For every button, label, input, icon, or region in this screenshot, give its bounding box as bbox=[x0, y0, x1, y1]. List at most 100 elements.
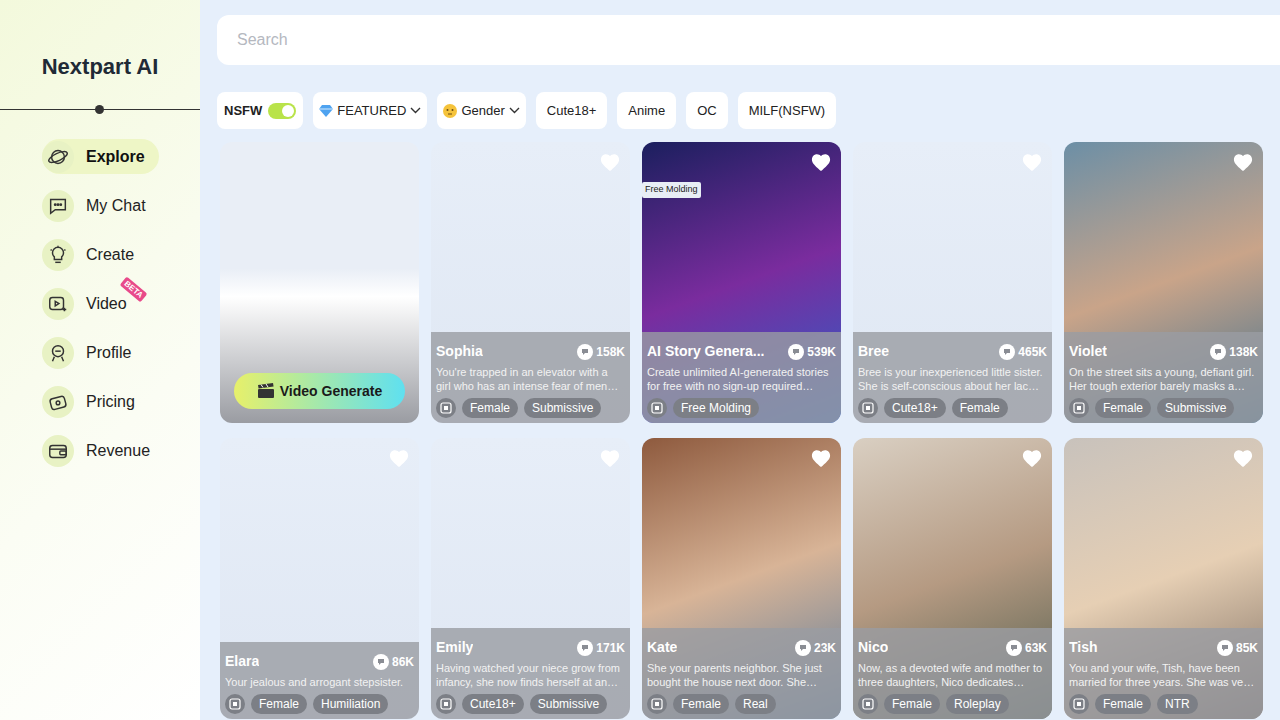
tag-icon bbox=[436, 398, 456, 418]
chat-bubble-icon bbox=[788, 344, 804, 360]
card-info: Tish85KYou and your wife, Tish, have bee… bbox=[1064, 628, 1263, 719]
tag-icon bbox=[225, 694, 245, 714]
tag-icon bbox=[647, 398, 667, 418]
heart-icon bbox=[1021, 152, 1043, 172]
character-name: Violet bbox=[1069, 341, 1107, 362]
tag[interactable]: Cute18+ bbox=[462, 694, 524, 714]
video-generate-button[interactable]: Video Generate bbox=[234, 373, 405, 409]
tag[interactable]: Submissive bbox=[524, 398, 601, 418]
tag-list: Cute18+ Submissive bbox=[436, 694, 625, 714]
sidebar: Nextpart AI Explore My Chat Create VideoBETA… bbox=[0, 0, 200, 720]
chat-count-text: 85K bbox=[1236, 639, 1258, 657]
chat-bubble-icon bbox=[1217, 640, 1233, 656]
filter-chip[interactable]: MILF(NSFW) bbox=[738, 92, 837, 129]
card-header: Bree465K bbox=[858, 341, 1047, 362]
sidebar-item[interactable]: Revenue bbox=[42, 433, 164, 468]
character-description: Bree is your inexperienced little sister… bbox=[858, 365, 1047, 393]
filter-chip[interactable]: OC bbox=[686, 92, 728, 129]
character-name: Elara bbox=[225, 651, 259, 672]
tag[interactable]: Female bbox=[952, 398, 1008, 418]
tag[interactable]: Female bbox=[673, 694, 729, 714]
card-header: Kate23K bbox=[647, 637, 836, 658]
dropdown-label: Gender bbox=[461, 101, 504, 121]
search-input[interactable] bbox=[217, 15, 1280, 65]
character-card[interactable]: Kate23KShe your parents neighbor. She ju… bbox=[642, 438, 841, 719]
heart-icon bbox=[810, 152, 832, 172]
card-header: Nico 63K bbox=[858, 637, 1047, 658]
tag-icon bbox=[1069, 398, 1089, 418]
chat-count-text: 171K bbox=[596, 639, 625, 657]
card-header: Elara 86K bbox=[225, 651, 414, 672]
character-card[interactable]: Elara86KYour jealous and arrogant stepsi… bbox=[220, 438, 419, 719]
tag[interactable]: Real bbox=[735, 694, 776, 714]
character-name: Nico bbox=[858, 637, 888, 658]
chat-bubble-icon bbox=[1210, 344, 1226, 360]
character-description: Create unlimited AI-generated stories fo… bbox=[647, 365, 836, 393]
character-card[interactable]: Tish85KYou and your wife, Tish, have bee… bbox=[1064, 438, 1263, 719]
character-card[interactable]: Sophia158KYou're trapped in an elevator … bbox=[431, 142, 630, 423]
card-info: Sophia158KYou're trapped in an elevator … bbox=[431, 332, 630, 423]
filter-chip[interactable]: Cute18+ bbox=[536, 92, 608, 129]
tag[interactable]: Female bbox=[1095, 398, 1151, 418]
filter-bar: NSFW FEATURED Gender Cute18+Anime OC MILF(NSF… bbox=[217, 92, 1280, 129]
character-card[interactable]: Free MoldingAI Story Genera...539KCreate… bbox=[642, 142, 841, 423]
chat-count: 138K bbox=[1210, 343, 1258, 361]
nsfw-label: NSFW bbox=[224, 101, 262, 121]
chat-count-text: 465K bbox=[1018, 343, 1047, 361]
card-header: Sophia158K bbox=[436, 341, 625, 362]
logo[interactable]: Nextpart AI bbox=[0, 0, 200, 109]
thinking-face-icon bbox=[443, 104, 457, 118]
tag[interactable]: NTR bbox=[1157, 694, 1198, 714]
sidebar-item[interactable]: Explore bbox=[42, 139, 159, 174]
tag-list: Female Submissive bbox=[436, 398, 625, 418]
character-card[interactable]: Emily171KHaving watched your niece grow … bbox=[431, 438, 630, 719]
tag-list: Cute18+ Female bbox=[858, 398, 1047, 418]
heart-icon bbox=[388, 448, 410, 468]
tag[interactable]: Female bbox=[462, 398, 518, 418]
sidebar-label: My Chat bbox=[86, 194, 146, 218]
tag[interactable]: Submissive bbox=[1157, 398, 1234, 418]
chat-count-text: 86K bbox=[392, 653, 414, 671]
character-name: AI Story Genera... bbox=[647, 341, 764, 362]
tag[interactable]: Roleplay bbox=[946, 694, 1009, 714]
sidebar-item[interactable]: Create bbox=[42, 237, 148, 272]
sidebar-item[interactable]: My Chat bbox=[42, 188, 160, 223]
character-card[interactable]: Nico63KNow, as a devoted wife and mother… bbox=[853, 438, 1052, 719]
filter-dropdown[interactable]: FEATURED bbox=[313, 92, 427, 129]
dropdown-label: FEATURED bbox=[337, 101, 406, 121]
character-card[interactable]: Bree465K Bree is your inexperienced littl… bbox=[853, 142, 1052, 423]
sidebar-item[interactable]: Pricing bbox=[42, 384, 149, 419]
chat-count: 465K bbox=[999, 343, 1047, 361]
chat-bubble-icon bbox=[577, 344, 593, 360]
heart-icon bbox=[1232, 152, 1254, 172]
character-name: Emily bbox=[436, 637, 473, 658]
card-header: Tish85K bbox=[1069, 637, 1258, 658]
sidebar-item[interactable]: VideoBETA bbox=[42, 286, 141, 321]
tag[interactable]: Female bbox=[884, 694, 940, 714]
chat-count: 63K bbox=[1006, 639, 1047, 657]
tag-icon bbox=[1069, 694, 1089, 714]
card-badge: Free Molding bbox=[642, 182, 701, 198]
chat-count: 85K bbox=[1217, 639, 1258, 657]
filter-dropdown[interactable]: Gender bbox=[437, 92, 525, 129]
character-card[interactable]: Violet 138K On the street sits a young, de… bbox=[1064, 142, 1263, 423]
card-info: Violet 138K On the street sits a young, de… bbox=[1064, 332, 1263, 423]
tag[interactable]: Female bbox=[251, 694, 307, 714]
tag[interactable]: Female bbox=[1095, 694, 1151, 714]
video-card[interactable]: Video Generate bbox=[220, 142, 419, 423]
sidebar-label: Explore bbox=[86, 145, 145, 169]
bulb-icon bbox=[42, 239, 74, 271]
pricing-icon bbox=[42, 386, 74, 418]
nsfw-toggle[interactable]: NSFW bbox=[217, 92, 303, 129]
tag[interactable]: Submissive bbox=[530, 694, 607, 714]
planet-icon bbox=[42, 141, 74, 173]
tag[interactable]: Cute18+ bbox=[884, 398, 946, 418]
character-description: On the street sits a young, defiant girl… bbox=[1069, 365, 1258, 393]
tag-list: Female Real bbox=[647, 694, 836, 714]
tag[interactable]: Free Molding bbox=[673, 398, 759, 418]
filter-chip[interactable]: Anime bbox=[617, 92, 676, 129]
tag[interactable]: Humiliation bbox=[313, 694, 388, 714]
toggle-switch[interactable] bbox=[268, 103, 296, 119]
sidebar-item[interactable]: Profile bbox=[42, 335, 145, 370]
tag-list: Female Humiliation bbox=[225, 694, 414, 714]
